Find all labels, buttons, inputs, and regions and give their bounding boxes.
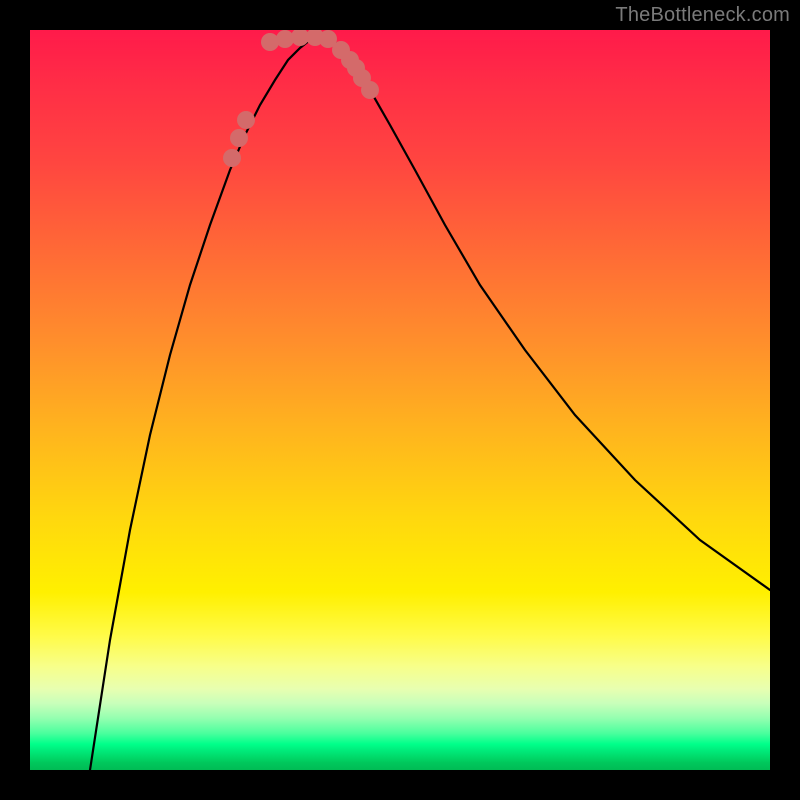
curve-layer: [30, 30, 770, 770]
marker-dot: [223, 149, 241, 167]
right-curve: [320, 35, 770, 590]
marker-dot: [319, 30, 337, 48]
left-curve: [90, 35, 320, 770]
chart-frame: TheBottleneck.com: [0, 0, 800, 800]
curve-group: [90, 30, 770, 770]
plot-area: [30, 30, 770, 770]
watermark-text: TheBottleneck.com: [615, 4, 790, 27]
marker-dot: [237, 111, 255, 129]
marker-layer: [223, 30, 379, 167]
marker-dot: [230, 129, 248, 147]
marker-dot: [261, 33, 279, 51]
